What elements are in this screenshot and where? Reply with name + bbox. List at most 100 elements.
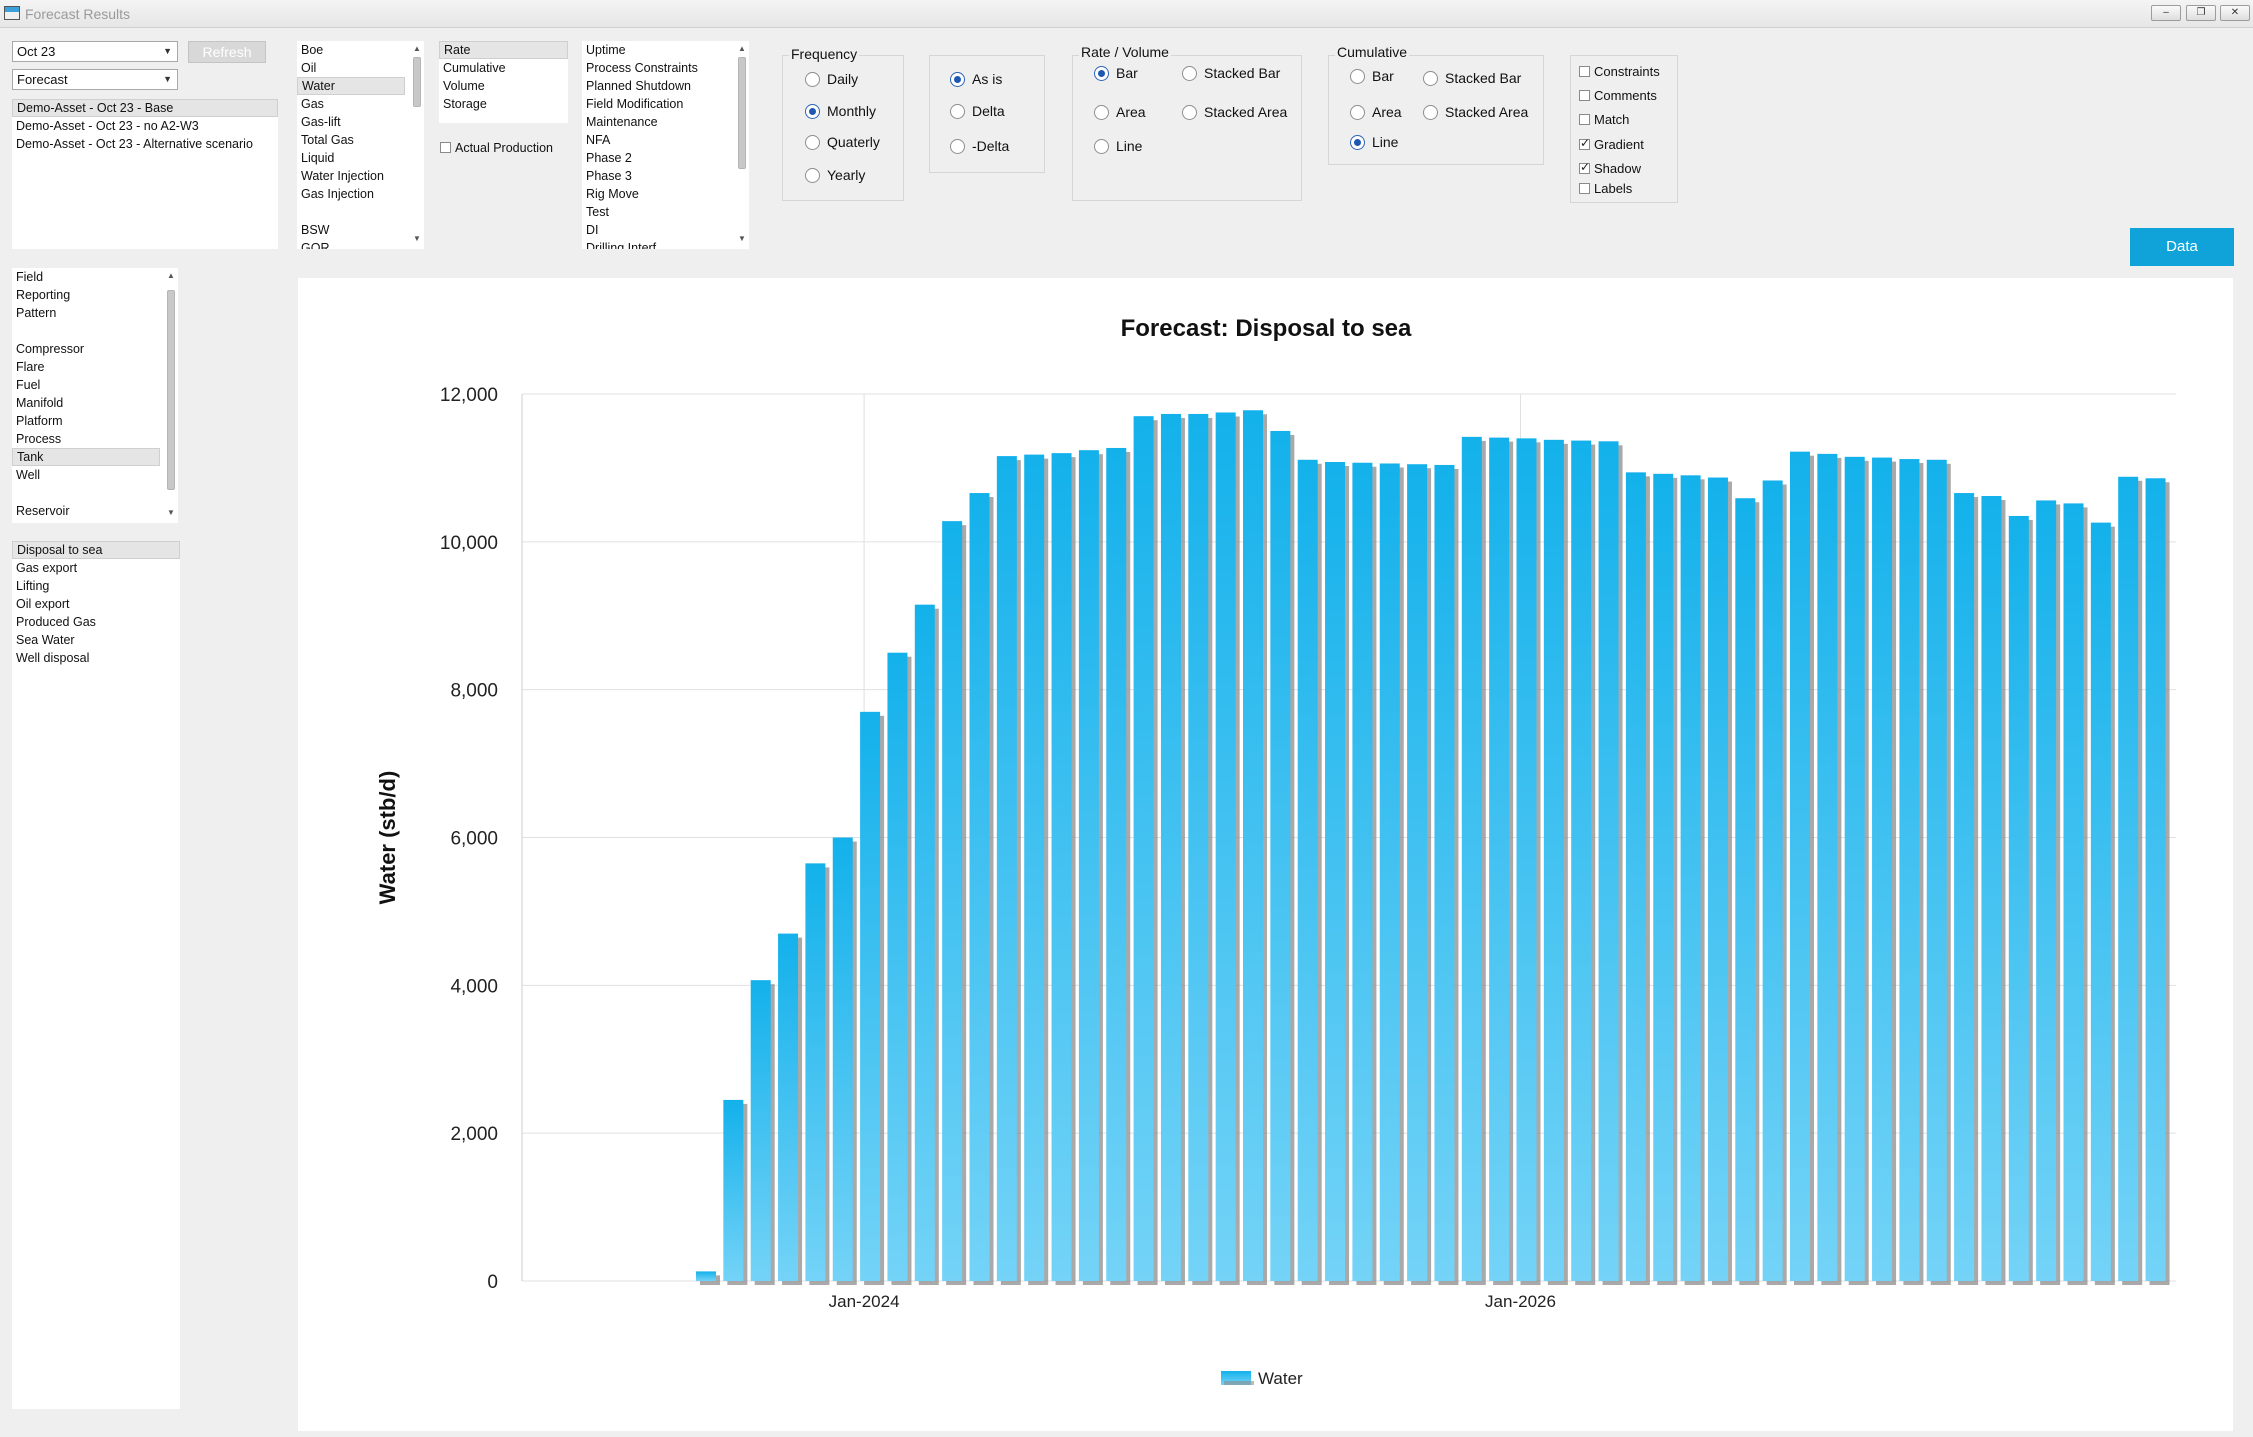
close-button[interactable]: ✕ <box>2220 5 2250 21</box>
restore-button[interactable]: ❐ <box>2186 5 2216 21</box>
constraint-item[interactable]: Planned Shutdown <box>582 77 730 95</box>
hierarchy-item[interactable]: Compressor <box>12 340 160 358</box>
hierarchy-item[interactable]: Fuel <box>12 376 160 394</box>
constraint-item[interactable]: Drilling Interf <box>582 239 730 249</box>
constraint-item[interactable]: Maintenance <box>582 113 730 131</box>
radio-icon[interactable] <box>950 139 965 154</box>
type-select[interactable]: Forecast ▼ <box>12 69 178 90</box>
tank-item[interactable]: Sea Water <box>12 631 180 649</box>
checkbox-icon[interactable] <box>1579 136 1590 150</box>
tank-list[interactable]: Disposal to sea Gas export Lifting Oil expo… <box>12 541 180 1409</box>
tank-item[interactable]: Lifting <box>12 577 180 595</box>
tank-item[interactable]: Gas export <box>12 559 180 577</box>
fluid-item[interactable]: Boe <box>297 41 405 59</box>
hierarchy-item[interactable]: Tank <box>12 448 160 466</box>
option-constraints-checkbox[interactable]: Constraints <box>1579 64 1660 79</box>
tank-item[interactable]: Oil export <box>12 595 180 613</box>
fluid-item[interactable]: Oil <box>297 59 405 77</box>
fluid-item[interactable]: Liquid <box>297 149 405 167</box>
hierarchy-item[interactable]: Process <box>12 430 160 448</box>
scroll-down-icon[interactable]: ▼ <box>736 233 748 245</box>
delta-option-radio[interactable]: -Delta <box>950 138 1009 154</box>
rate-volume-area-radio[interactable]: Area <box>1094 104 1146 120</box>
option-shadow-checkbox[interactable]: Shadow <box>1579 160 1641 176</box>
scroll-up-icon[interactable]: ▲ <box>736 43 748 55</box>
scroll-down-icon[interactable]: ▼ <box>411 233 423 245</box>
checkbox-icon[interactable] <box>440 142 451 153</box>
radio-icon[interactable] <box>805 168 820 183</box>
fluid-item[interactable]: Total Gas <box>297 131 405 149</box>
checkbox-icon[interactable] <box>1579 183 1590 194</box>
tank-item[interactable]: Produced Gas <box>12 613 180 631</box>
cumulative-stacked-radio[interactable]: Stacked Area <box>1423 104 1528 120</box>
frequency-quaterly-radio[interactable]: Quaterly <box>805 134 880 150</box>
constraint-item[interactable]: Process Constraints <box>582 59 730 77</box>
fluid-item[interactable]: Water <box>297 77 405 95</box>
frequency-yearly-radio[interactable]: Yearly <box>805 167 865 183</box>
scroll-down-icon[interactable]: ▼ <box>165 507 177 519</box>
cumulative-stacked-radio[interactable]: Stacked Bar <box>1423 70 1521 86</box>
tank-item[interactable]: Well disposal <box>12 649 180 667</box>
scenario-item[interactable]: Demo-Asset - Oct 23 - Base <box>12 99 278 117</box>
fluid-item[interactable]: Gas-lift <box>297 113 405 131</box>
constraint-list[interactable]: Uptime Process Constraints Planned Shutdow… <box>582 41 749 249</box>
hierarchy-list[interactable]: Field Reporting Pattern Compressor Flare Fuel… <box>12 268 178 523</box>
radio-icon[interactable] <box>1094 139 1109 154</box>
option-gradient-checkbox[interactable]: Gradient <box>1579 136 1644 152</box>
radio-icon[interactable] <box>1350 105 1365 120</box>
measure-item[interactable]: Storage <box>439 95 568 113</box>
scroll-thumb[interactable] <box>738 57 746 169</box>
radio-icon[interactable] <box>1182 105 1197 120</box>
fluid-item[interactable]: Gas Injection <box>297 185 405 203</box>
constraint-item[interactable]: Rig Move <box>582 185 730 203</box>
delta-option-radio[interactable]: As is <box>950 71 1002 87</box>
tank-item[interactable]: Disposal to sea <box>12 541 180 559</box>
measure-item[interactable]: Rate <box>439 41 568 59</box>
refresh-button[interactable]: Refresh <box>188 41 266 63</box>
constraint-item[interactable]: Phase 2 <box>582 149 730 167</box>
constraint-item[interactable]: Phase 3 <box>582 167 730 185</box>
hierarchy-item[interactable]: Flare <box>12 358 160 376</box>
radio-icon[interactable] <box>1423 71 1438 86</box>
scroll-up-icon[interactable]: ▲ <box>411 43 423 55</box>
option-match-checkbox[interactable]: Match <box>1579 112 1629 127</box>
scenario-item[interactable]: Demo-Asset - Oct 23 - no A2-W3 <box>12 117 278 135</box>
hierarchy-item[interactable]: Well <box>12 466 160 484</box>
checkbox-icon[interactable] <box>1579 114 1590 125</box>
scroll-thumb[interactable] <box>167 290 175 490</box>
radio-icon[interactable] <box>1423 105 1438 120</box>
fluid-item[interactable]: Gas <box>297 95 405 113</box>
period-select[interactable]: Oct 23 ▼ <box>12 41 178 62</box>
fluid-item[interactable]: Water Injection <box>297 167 405 185</box>
option-comments-checkbox[interactable]: Comments <box>1579 88 1657 103</box>
fluid-scrollbar[interactable]: ▲ ▼ <box>411 43 423 247</box>
checkbox-icon[interactable] <box>1579 90 1590 101</box>
radio-icon[interactable] <box>805 104 820 119</box>
actual-production-checkbox[interactable]: Actual Production <box>440 140 553 155</box>
constraint-item[interactable]: Field Modification <box>582 95 730 113</box>
cumulative-area-radio[interactable]: Area <box>1350 104 1402 120</box>
measure-item[interactable]: Volume <box>439 77 568 95</box>
minimize-button[interactable]: – <box>2151 5 2181 21</box>
constraint-item[interactable]: NFA <box>582 131 730 149</box>
scenario-item[interactable]: Demo-Asset - Oct 23 - Alternative scenar… <box>12 135 278 153</box>
radio-icon[interactable] <box>1350 135 1365 150</box>
constraint-item[interactable]: Test <box>582 203 730 221</box>
hierarchy-item[interactable]: Manifold <box>12 394 160 412</box>
hierarchy-item[interactable]: Pattern <box>12 304 160 322</box>
option-labels-checkbox[interactable]: Labels <box>1579 181 1632 196</box>
rate-volume-stacked-radio[interactable]: Stacked Bar <box>1182 65 1280 81</box>
scroll-up-icon[interactable]: ▲ <box>165 270 177 282</box>
radio-icon[interactable] <box>950 104 965 119</box>
radio-icon[interactable] <box>805 135 820 150</box>
measure-list[interactable]: Rate Cumulative Volume Storage <box>439 41 568 123</box>
radio-icon[interactable] <box>805 72 820 87</box>
constraint-item[interactable]: DI <box>582 221 730 239</box>
hierarchy-scrollbar[interactable]: ▲ ▼ <box>165 270 177 521</box>
radio-icon[interactable] <box>1094 105 1109 120</box>
hierarchy-item[interactable]: Platform <box>12 412 160 430</box>
checkbox-icon[interactable] <box>1579 160 1590 174</box>
rate-volume-stacked-radio[interactable]: Stacked Area <box>1182 104 1287 120</box>
constraint-item[interactable]: Uptime <box>582 41 730 59</box>
hierarchy-item[interactable]: Reservoir <box>12 502 160 520</box>
